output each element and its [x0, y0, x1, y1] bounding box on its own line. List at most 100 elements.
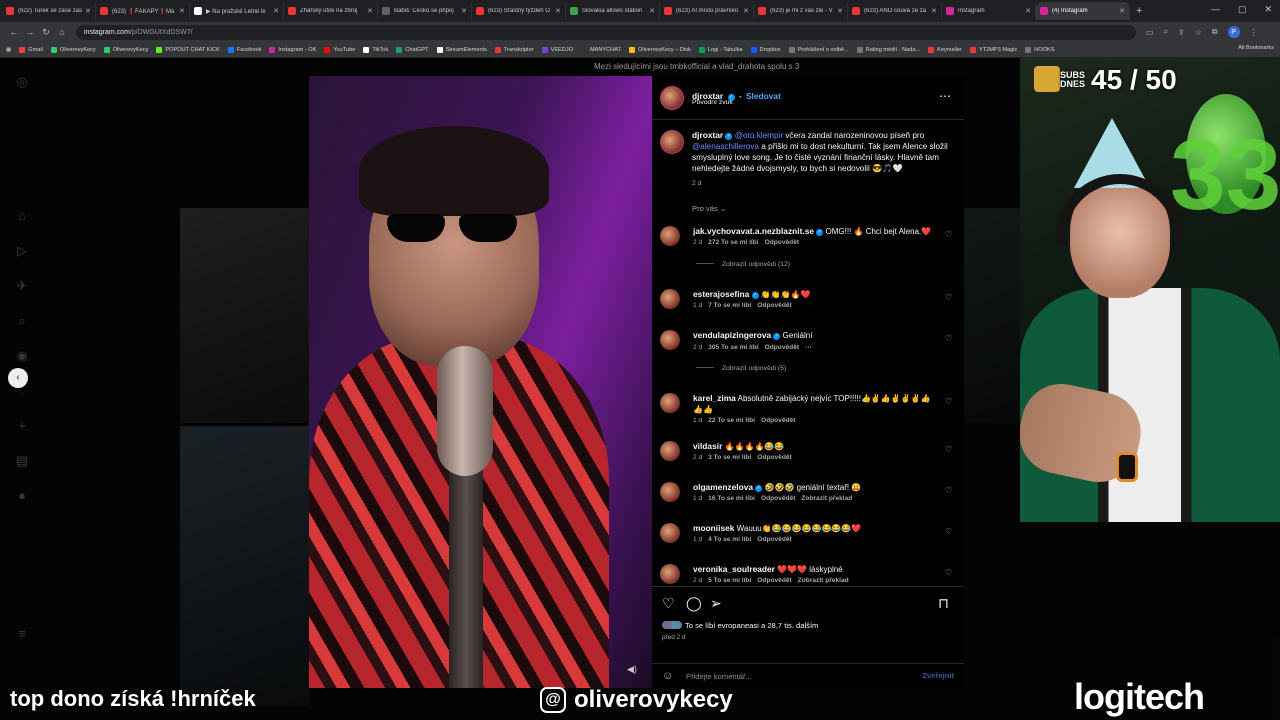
- caption-mention[interactable]: @oto.klempir: [735, 131, 783, 140]
- tab-close-icon[interactable]: ✕: [649, 7, 655, 15]
- share-icon[interactable]: ⇪: [1178, 28, 1185, 37]
- browser-tab[interactable]: (623) ❗FAKAPY❗Má ✕: [96, 2, 190, 20]
- bookmark-item[interactable]: Facebook: [227, 46, 261, 53]
- bookmark-item[interactable]: VEEDJO: [541, 46, 573, 53]
- profile-avatar[interactable]: P: [1227, 26, 1240, 38]
- bookmark-item[interactable]: Instagram - OK: [269, 46, 316, 53]
- tab-close-icon[interactable]: ✕: [555, 7, 561, 15]
- bookmark-item[interactable]: YouTube: [324, 46, 355, 53]
- reply-button[interactable]: Odpovědět: [761, 417, 795, 424]
- comment-likes[interactable]: 272 To se mi líbí: [708, 239, 758, 246]
- star-icon[interactable]: ☆: [1195, 28, 1202, 37]
- tab-close-icon[interactable]: ✕: [931, 7, 937, 15]
- reply-button[interactable]: Odpovědět: [757, 302, 791, 309]
- browser-tab[interactable]: (623) ANO couvá ze za ✕: [848, 2, 942, 20]
- audio-label[interactable]: Původní zvuk: [692, 99, 733, 106]
- view-replies-button[interactable]: Zobrazit odpovědi (5): [696, 365, 786, 372]
- view-replies-button[interactable]: Zobrazit odpovědi (12): [696, 261, 790, 268]
- browser-tab[interactable]: Instagram ✕: [942, 2, 1036, 20]
- follow-button[interactable]: Sledovat: [746, 91, 781, 101]
- tab-close-icon[interactable]: ✕: [1119, 7, 1125, 15]
- comment-likes[interactable]: 16 To se mi líbí: [708, 495, 755, 502]
- commenter-avatar[interactable]: [660, 482, 680, 502]
- reload-button[interactable]: ↻: [38, 27, 54, 38]
- save-icon[interactable]: ⊓: [938, 595, 949, 612]
- zoom-icon[interactable]: ⌕: [1164, 27, 1168, 37]
- browser-tab[interactable]: (623) Šťastný týždeň O ✕: [472, 2, 566, 20]
- audio-icon[interactable]: ◀): [627, 664, 637, 675]
- url-field[interactable]: instagram.com/p/DWGUtXdDSW7/: [76, 24, 1136, 40]
- browser-tab[interactable]: Babiš: Česko se připoj ✕: [378, 2, 472, 20]
- bookmark-item[interactable]: TikTok: [363, 46, 388, 53]
- comment-like-icon[interactable]: ♡: [945, 334, 952, 343]
- reply-button[interactable]: Odpovědět: [765, 239, 799, 246]
- bookmark-item[interactable]: Transkriptor: [494, 46, 534, 53]
- menu-icon[interactable]: ⋮: [1250, 28, 1258, 37]
- commenter-avatar[interactable]: [660, 523, 680, 543]
- publish-button[interactable]: Zveřejnit: [922, 671, 954, 680]
- close-window-button[interactable]: ✕: [1264, 4, 1272, 15]
- comment-input[interactable]: [686, 669, 906, 683]
- commenter-avatar[interactable]: [660, 226, 680, 246]
- comment-extra-action[interactable]: Zobrazit překlad: [801, 495, 852, 502]
- bookmark-item[interactable]: Prohlášení o volbě...: [788, 46, 849, 53]
- commenter-username[interactable]: mooniisek: [693, 523, 734, 533]
- minimize-button[interactable]: —: [1211, 4, 1220, 15]
- comment-likes[interactable]: 22 To se mi líbí: [708, 417, 755, 424]
- reply-button[interactable]: Odpovědět: [757, 577, 791, 584]
- commenter-avatar[interactable]: [660, 441, 680, 461]
- forward-button[interactable]: →: [22, 27, 38, 37]
- commenter-avatar[interactable]: [660, 289, 680, 309]
- all-bookmarks-button[interactable]: All Bookmarks: [1238, 45, 1274, 51]
- commenter-username[interactable]: veronika_soulreader: [693, 564, 775, 574]
- bookmark-item[interactable]: OliverovyKecy – Disk: [628, 46, 691, 53]
- comment-icon[interactable]: ◯: [686, 595, 702, 612]
- tab-close-icon[interactable]: ✕: [273, 7, 279, 15]
- caption-avatar[interactable]: [660, 130, 684, 154]
- more-options-icon[interactable]: ⋯: [939, 89, 952, 103]
- bookmark-item[interactable]: OliverovyKecy: [50, 46, 96, 53]
- tab-close-icon[interactable]: ✕: [179, 7, 185, 15]
- new-tab-button[interactable]: +: [1136, 5, 1142, 17]
- previous-post-button[interactable]: ‹: [8, 368, 28, 388]
- bookmark-item[interactable]: Rating médií - Nada...: [856, 46, 920, 53]
- comment-extra-action[interactable]: ⋯: [805, 344, 812, 351]
- commenter-username[interactable]: vildasir: [693, 441, 722, 451]
- browser-tab[interactable]: (623) AI místo právníků ✕: [660, 2, 754, 20]
- bookmark-item[interactable]: POPOUT CHAT KICK: [156, 46, 220, 53]
- post-media[interactable]: ◀): [309, 76, 652, 688]
- comment-like-icon[interactable]: ♡: [945, 445, 952, 454]
- reply-button[interactable]: Odpovědět: [757, 454, 791, 461]
- comment-likes[interactable]: 7 To se mi líbí: [708, 302, 751, 309]
- browser-tab[interactable]: (622) Turek se zase zas ✕: [2, 2, 96, 20]
- commenter-avatar[interactable]: [660, 330, 680, 350]
- caption-username[interactable]: djroxtar: [692, 130, 723, 140]
- bookmark-item[interactable]: YT2MP3 Magic: [970, 46, 1017, 53]
- comment-like-icon[interactable]: ♡: [945, 230, 952, 239]
- bookmark-item[interactable]: ChatGPT: [396, 46, 429, 53]
- bookmark-item[interactable]: Keymailer: [928, 46, 962, 53]
- commenter-username[interactable]: karel_zima: [693, 393, 736, 403]
- comment-likes[interactable]: 305 To se mi líbí: [708, 344, 758, 351]
- bookmark-item[interactable]: StreamElements: [436, 46, 487, 53]
- cast-icon[interactable]: ▭: [1146, 28, 1154, 37]
- commenter-username[interactable]: olgamenzelova: [693, 482, 753, 492]
- browser-tab[interactable]: (4) Instagram ✕: [1036, 2, 1130, 20]
- comment-like-icon[interactable]: ♡: [945, 397, 952, 406]
- likes-text[interactable]: To se líbí evropaneasi a 28,7 tis. další…: [685, 621, 818, 630]
- bookmark-item[interactable]: Dropbox: [750, 46, 781, 53]
- comment-likes[interactable]: 5 To se mi líbí: [708, 577, 751, 584]
- tab-close-icon[interactable]: ✕: [85, 7, 91, 15]
- bookmark-item[interactable]: Gmail: [19, 46, 43, 53]
- comment-like-icon[interactable]: ♡: [945, 568, 952, 577]
- commenter-username[interactable]: vendulapizingerova: [693, 330, 771, 340]
- commenter-avatar[interactable]: [660, 393, 680, 413]
- emoji-icon[interactable]: ☺: [662, 670, 673, 682]
- bookmark-item[interactable]: OliverovyKecy: [103, 46, 148, 53]
- reply-button[interactable]: Odpovědět: [757, 536, 791, 543]
- tab-close-icon[interactable]: ✕: [743, 7, 749, 15]
- comment-likes[interactable]: 3 To se mi líbí: [708, 454, 751, 461]
- commenter-username[interactable]: jak.vychovavat.a.nezblaznit.se: [693, 226, 814, 236]
- browser-tab[interactable]: Žhářský útok na zbroj ✕: [284, 2, 378, 20]
- back-button[interactable]: ←: [6, 27, 22, 37]
